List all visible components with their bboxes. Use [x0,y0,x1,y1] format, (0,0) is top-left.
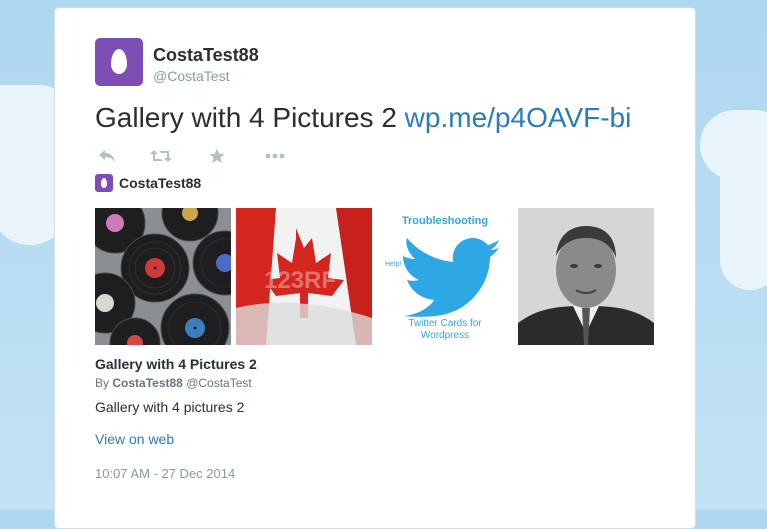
image-heading: Troubleshooting [401,215,489,227]
avatar[interactable] [95,38,143,86]
byline-prefix: By [95,376,110,390]
view-on-web-link[interactable]: View on web [95,431,174,447]
gallery-image-portrait[interactable] [518,208,654,345]
egg-icon [111,49,127,74]
watermark-text: 123RF [264,267,336,294]
gallery-image-canada-flag[interactable]: 123RF [236,208,372,345]
byline-handle[interactable]: @CostaTest [186,376,252,390]
reply-icon[interactable] [95,146,119,166]
twitter-bird-icon [403,238,499,317]
mini-avatar [95,174,113,192]
tweet-text: Gallery with 4 Pictures 2 wp.me/p4OAVF-b… [95,102,631,134]
favorite-icon[interactable] [205,146,229,166]
tweet-text-body: Gallery with 4 Pictures 2 [95,102,397,133]
timestamp[interactable]: 10:07 AM - 27 Dec 2014 [95,466,235,481]
card-author-name: CostaTest88 [119,175,202,191]
card-byline: By CostaTest88 @CostaTest [95,376,252,390]
gallery-image-records[interactable] [95,208,231,345]
tweet-card: CostaTest88 @CostaTest Gallery with 4 Pi… [54,7,696,529]
user-handle[interactable]: @CostaTest [153,68,229,84]
card-title[interactable]: Gallery with 4 Pictures 2 [95,356,257,372]
byline-name[interactable]: CostaTest88 [112,376,182,390]
tweet-link[interactable]: wp.me/p4OAVF-bi [405,102,632,133]
gallery-image-troubleshooting[interactable]: Troubleshooting Help! Twitter Cards for … [377,208,513,345]
card-description: Gallery with 4 pictures 2 [95,399,245,415]
more-icon[interactable] [263,146,287,166]
background-cloud [720,150,767,290]
retweet-icon[interactable] [149,146,173,166]
user-name[interactable]: CostaTest88 [153,45,259,66]
egg-icon [101,178,107,188]
image-caption: Twitter Cards for Wordpress [408,318,482,341]
